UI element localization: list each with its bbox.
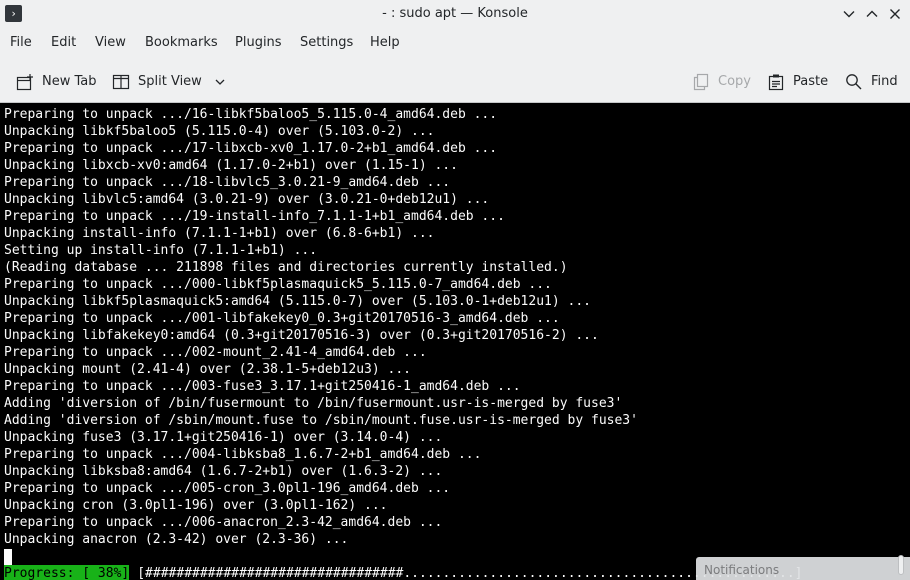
find-label: Find <box>871 74 898 89</box>
terminal-line: Unpacking libkf5plasmaquick5:amd64 (5.11… <box>4 294 591 309</box>
new-tab-button[interactable]: New Tab <box>16 70 97 94</box>
new-tab-icon <box>16 74 33 91</box>
terminal-line: Preparing to unpack .../003-fuse3_3.17.1… <box>4 379 521 394</box>
copy-icon <box>693 73 709 91</box>
terminal-line: Preparing to unpack .../16-libkf5baloo5_… <box>4 107 498 122</box>
terminal-line: Preparing to unpack .../19-install-info_… <box>4 209 505 224</box>
terminal-line: Unpacking anacron (2.3-42) over (2.3-36)… <box>4 532 349 547</box>
terminal-line: Preparing to unpack .../18-libvlc5_3.0.2… <box>4 175 451 190</box>
maximize-button[interactable] <box>861 3 883 25</box>
chevron-down-icon <box>843 11 855 18</box>
progress-label: Progress: [ 38%] <box>4 565 130 580</box>
title-bar: › - : sudo apt — Konsole <box>0 0 910 27</box>
chevron-down-icon <box>215 79 225 85</box>
new-tab-label: New Tab <box>42 74 97 89</box>
terminal-line: Adding 'diversion of /bin/fusermount to … <box>4 396 623 411</box>
terminal-line: Unpacking libksba8:amd64 (1.6.7-2+b1) ov… <box>4 464 443 479</box>
scrollbar-handle[interactable] <box>898 555 904 575</box>
toolbar: New Tab Split View Copy Paste Find <box>0 62 910 100</box>
find-button[interactable]: Find <box>845 70 898 94</box>
terminal-line: Unpacking libvlc5:amd64 (3.0.21-9) over … <box>4 192 490 207</box>
paste-icon <box>768 74 784 91</box>
window-title: - : sudo apt — Konsole <box>382 6 528 21</box>
close-button[interactable] <box>884 3 906 25</box>
menu-edit[interactable]: Edit <box>51 35 76 50</box>
terminal-line: Unpacking libxcb-xv0:amd64 (1.17.0-2+b1)… <box>4 158 458 173</box>
terminal-line: Unpacking fuse3 (3.17.1+git250416-1) ove… <box>4 430 443 445</box>
terminal-line: Preparing to unpack .../006-anacron_2.3-… <box>4 515 443 530</box>
split-view-label: Split View <box>138 74 202 89</box>
terminal-line: Setting up install-info (7.1.1-1+b1) ... <box>4 243 318 258</box>
terminal-line: Unpacking mount (2.41-4) over (2.38.1-5+… <box>4 362 411 377</box>
paste-button[interactable]: Paste <box>767 70 828 94</box>
terminal-line: Unpacking install-info (7.1.1-1+b1) over… <box>4 226 435 241</box>
menu-bookmarks[interactable]: Bookmarks <box>145 35 218 50</box>
terminal-view[interactable]: Preparing to unpack .../16-libkf5baloo5_… <box>0 103 910 580</box>
chevron-up-icon <box>866 10 878 17</box>
menu-file[interactable]: File <box>10 35 32 50</box>
copy-label: Copy <box>718 74 751 89</box>
minimize-button[interactable] <box>838 3 860 25</box>
terminal-line: Preparing to unpack .../005-cron_3.0pl1-… <box>4 481 451 496</box>
terminal-output: Preparing to unpack .../16-libkf5baloo5_… <box>4 106 638 548</box>
apt-progress: Progress: [ 38%] [######################… <box>4 565 803 580</box>
terminal-line: Preparing to unpack .../000-libkf5plasma… <box>4 277 552 292</box>
menu-bar: File Edit View Bookmarks Plugins Setting… <box>0 30 910 56</box>
menu-help[interactable]: Help <box>370 35 400 50</box>
search-icon <box>846 74 862 90</box>
notification-popup[interactable]: Notifications <box>696 557 910 580</box>
menu-settings[interactable]: Settings <box>300 35 353 50</box>
notification-text: Notifications <box>704 563 780 577</box>
terminal-line: Adding 'diversion of /sbin/mount.fuse to… <box>4 413 638 428</box>
terminal-cursor <box>4 549 12 565</box>
terminal-line: Preparing to unpack .../002-mount_2.41-4… <box>4 345 427 360</box>
terminal-line: Preparing to unpack .../004-libksba8_1.6… <box>4 447 482 462</box>
terminal-line: Unpacking cron (3.0pl1-196) over (3.0pl1… <box>4 498 388 513</box>
menu-view[interactable]: View <box>95 35 126 50</box>
close-icon <box>890 9 900 19</box>
copy-button[interactable]: Copy <box>692 70 751 94</box>
split-view-button[interactable]: Split View <box>112 70 226 94</box>
terminal-line: Unpacking libfakekey0:amd64 (0.3+git2017… <box>4 328 599 343</box>
terminal-line: Preparing to unpack .../17-libxcb-xv0_1.… <box>4 141 498 156</box>
terminal-line: (Reading database ... 211898 files and d… <box>4 260 568 275</box>
menu-plugins[interactable]: Plugins <box>235 35 282 50</box>
terminal-line: Preparing to unpack .../001-libfakekey0_… <box>4 311 560 326</box>
paste-label: Paste <box>793 74 829 89</box>
terminal-line: Unpacking libkf5baloo5 (5.115.0-4) over … <box>4 124 435 139</box>
split-view-icon <box>112 74 130 90</box>
